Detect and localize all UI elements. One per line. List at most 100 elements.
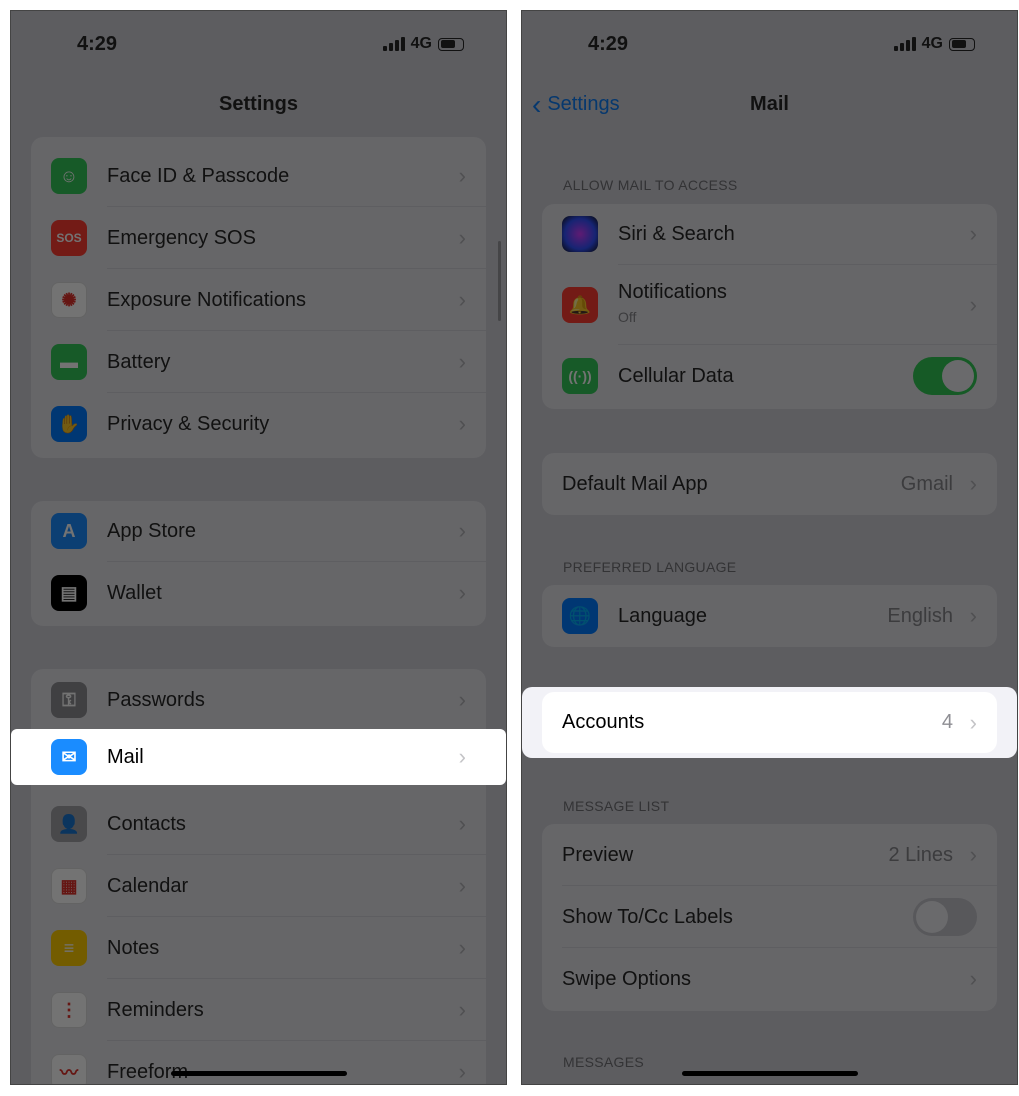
settings-screen: 4:29 4G Settings ☺ Face ID & Passcode › SOS… [10,10,507,1085]
settings-row-exposure-notifications[interactable]: ✺ Exposure Notifications › [31,269,486,331]
siri-search-row[interactable]: Siri & Search › [542,203,997,265]
settings-row-reminders[interactable]: ⋮ Reminders › [31,979,486,1041]
chevron-right-icon: › [969,292,977,317]
mail-icon: ✉ [51,739,87,775]
settings-row-face-id-passcode[interactable]: ☺ Face ID & Passcode › [31,145,486,207]
row-subtitle: Off [618,309,637,325]
cellular-data-row: ((·)) Cellular Data [542,345,997,407]
settings-row-wallet[interactable]: ▤ Wallet › [31,562,486,624]
chevron-right-icon: › [969,842,977,867]
settings-row-app-store[interactable]: A App Store › [31,500,486,562]
default-mail-app-row[interactable]: Default Mail App Gmail › [542,453,997,515]
row-label: Contacts [107,812,186,835]
row-label: Privacy & Security [107,412,270,435]
mail-settings-screen: 4:29 4G ‹ Settings Mail ALLOW MAIL TO AC… [521,10,1018,1085]
row-label: Siri & Search [618,222,735,245]
row-label: Exposure Notifications [107,288,306,311]
row-label: Swipe Options [562,967,691,990]
row-label: Passwords [107,688,205,711]
swipe-options-row[interactable]: Swipe Options › [542,948,997,1010]
battery-icon: ▬ [51,344,87,380]
section-header: MESSAGE LIST [563,798,670,814]
row-label: Notifications [618,281,727,303]
freeform-icon: 〰 [51,1054,87,1084]
calendar-icon: ▦ [51,868,87,904]
row-label: Calendar [107,874,189,897]
exposure-icon: ✺ [51,282,87,318]
notes-icon: ≡ [51,930,87,966]
sos-icon: SOS [51,220,87,256]
row-label: Mail [107,745,144,768]
status-time: 4:29 [77,33,118,55]
chevron-right-icon: › [969,966,977,991]
page-title: Mail [750,93,789,115]
settings-row-contacts[interactable]: 👤 Contacts › [31,793,486,855]
row-label: Accounts [562,711,645,733]
wallet-icon: ▤ [51,575,87,611]
settings-row-notes[interactable]: ≡ Notes › [31,917,486,979]
key-icon: ⚿ [51,682,87,718]
row-label: Face ID & Passcode [107,164,290,187]
language-row[interactable]: 🌐 Language English › [542,585,997,647]
settings-row-mail[interactable]: ✉ Mail › [11,729,506,785]
row-label: Wallet [107,581,162,604]
chevron-right-icon: › [458,1059,466,1084]
row-label: Battery [107,350,171,373]
row-value: 2 Lines [888,843,954,866]
row-label: Default Mail App [562,472,708,495]
notifications-bell-icon: 🔔 [562,287,598,323]
settings-row-battery[interactable]: ▬ Battery › [31,331,486,393]
settings-row-passwords[interactable]: ⚿ Passwords › [31,669,486,731]
app-store-icon: A [51,513,87,549]
signal-icon [893,37,916,51]
home-indicator[interactable] [682,1071,858,1076]
accounts-row[interactable]: Accounts 4 › [542,692,997,753]
network-label: 4G [921,35,943,52]
accounts-highlight: Accounts 4 › [522,687,1017,758]
show-tocc-toggle[interactable] [913,898,977,936]
section-header: PREFERRED LANGUAGE [563,559,737,575]
siri-icon [562,216,598,252]
chevron-right-icon: › [969,603,977,628]
home-indicator[interactable] [171,1071,347,1076]
face-id-icon: ☺ [51,158,87,194]
chevron-right-icon: › [458,580,466,605]
preview-row[interactable]: Preview 2 Lines › [542,824,997,886]
chevron-right-icon: › [969,471,977,496]
chevron-right-icon: › [458,997,466,1022]
battery-status-icon [949,37,975,51]
globe-icon: 🌐 [562,598,598,634]
status-bar: 4G [893,35,975,53]
settings-row-freeform[interactable]: 〰 Freeform › [31,1041,486,1084]
row-label: Cellular Data [618,364,734,387]
chevron-right-icon: › [458,935,466,960]
hand-icon: ✋ [51,406,87,442]
row-label: Language [618,604,707,627]
chevron-right-icon: › [458,518,466,543]
chevron-right-icon: › [458,411,466,436]
settings-row-privacy-security[interactable]: ✋ Privacy & Security › [31,393,486,455]
row-label: Notes [107,936,160,959]
scrollbar[interactable] [498,241,501,321]
section-header: MESSAGES [563,1054,644,1070]
chevron-right-icon: › [458,744,466,769]
battery-status-icon [438,37,464,51]
row-label: Emergency SOS [107,226,256,249]
contacts-icon: 👤 [51,806,87,842]
status-bar: 4G [382,35,464,53]
chevron-right-icon: › [969,221,977,246]
row-value: English [887,604,953,627]
notifications-row[interactable]: 🔔 Notifications Off › [542,265,997,345]
show-tocc-row: Show To/Cc Labels [542,886,997,948]
reminders-icon: ⋮ [51,992,87,1028]
chevron-right-icon: › [458,287,466,312]
page-title: Settings [219,93,298,115]
settings-row-calendar[interactable]: ▦ Calendar › [31,855,486,917]
chevron-right-icon: › [458,811,466,836]
settings-row-emergency-sos[interactable]: SOS Emergency SOS › [31,207,486,269]
chevron-right-icon: › [458,225,466,250]
row-value: Gmail [900,472,953,495]
cellular-data-toggle[interactable] [913,357,977,395]
row-label: App Store [107,519,196,542]
chevron-right-icon: › [458,687,466,712]
